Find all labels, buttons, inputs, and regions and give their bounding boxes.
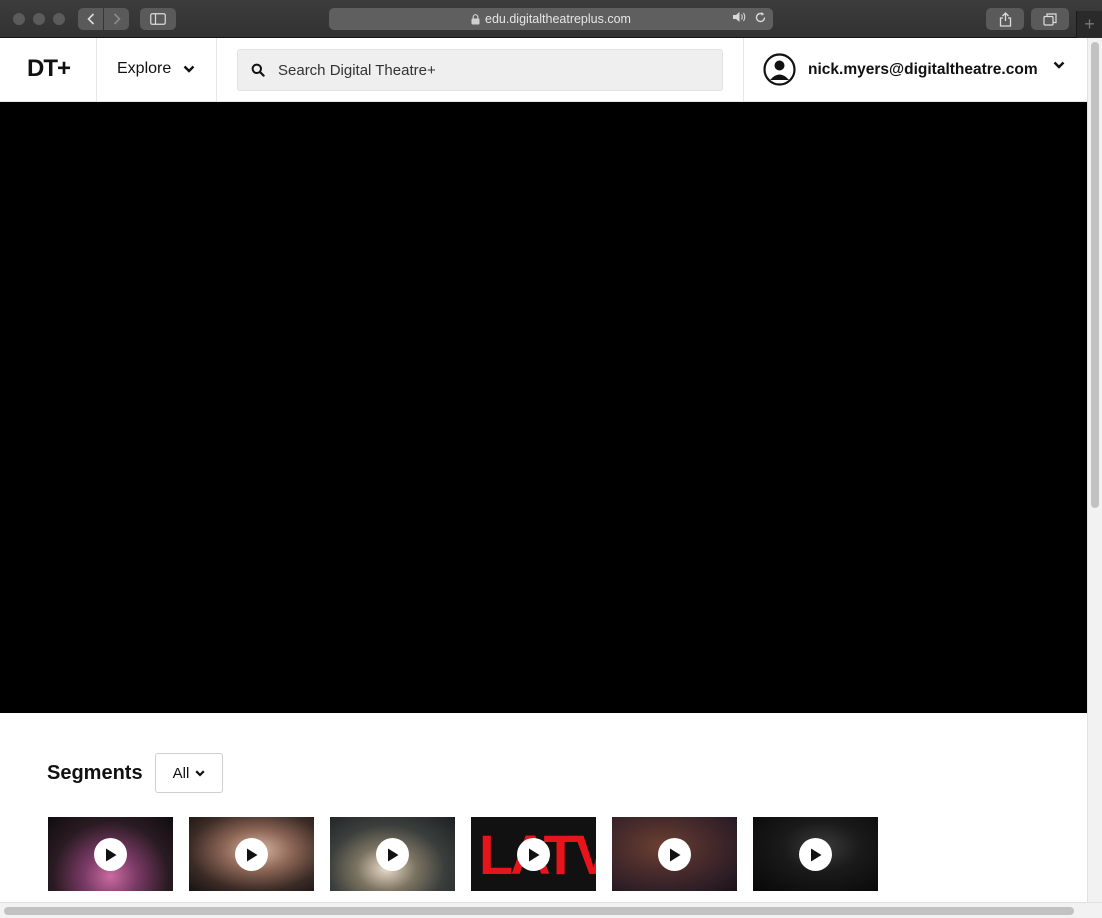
vertical-scroll-thumb[interactable] bbox=[1091, 42, 1099, 508]
back-button[interactable] bbox=[78, 8, 103, 30]
segments-list: LATV bbox=[48, 817, 878, 891]
forward-button[interactable] bbox=[104, 8, 129, 30]
chevron-left-icon bbox=[86, 13, 94, 25]
zoom-window-button[interactable] bbox=[53, 13, 65, 25]
header-divider bbox=[216, 38, 217, 101]
chevron-down-icon bbox=[183, 65, 195, 73]
sidebar-icon bbox=[150, 13, 166, 25]
horizontal-scrollbar[interactable] bbox=[0, 902, 1102, 918]
speaker-icon[interactable] bbox=[732, 11, 747, 23]
search-icon bbox=[251, 63, 265, 77]
play-icon bbox=[387, 848, 398, 861]
segments-heading: Segments bbox=[47, 762, 143, 784]
tabs-icon bbox=[1043, 12, 1057, 26]
new-tab-button[interactable]: + bbox=[1076, 11, 1102, 38]
user-avatar-icon bbox=[763, 53, 796, 86]
address-url: edu.digitaltheatreplus.com bbox=[485, 12, 631, 26]
segments-filter-dropdown[interactable]: All bbox=[155, 753, 223, 793]
horizontal-scroll-thumb[interactable] bbox=[4, 907, 1074, 915]
segments-filter-value: All bbox=[172, 764, 190, 782]
play-icon bbox=[669, 848, 680, 861]
vertical-scrollbar[interactable] bbox=[1087, 38, 1102, 902]
search-box[interactable] bbox=[237, 49, 723, 91]
reload-icon[interactable] bbox=[754, 11, 767, 24]
sidebar-toggle-button[interactable] bbox=[140, 8, 176, 30]
segment-thumbnail[interactable] bbox=[330, 817, 455, 891]
address-bar[interactable]: edu.digitaltheatreplus.com bbox=[329, 8, 773, 30]
play-icon bbox=[810, 848, 821, 861]
explore-menu[interactable]: Explore bbox=[117, 60, 195, 78]
history-navigation bbox=[78, 8, 129, 30]
search-input[interactable] bbox=[278, 61, 698, 79]
segment-thumbnail[interactable] bbox=[189, 817, 314, 891]
play-button[interactable] bbox=[94, 838, 127, 871]
play-button[interactable] bbox=[376, 838, 409, 871]
segment-thumbnail[interactable] bbox=[753, 817, 878, 891]
site-header: DT+ Explore nick.myers@digitaltheatre.co… bbox=[0, 38, 1087, 102]
browser-toolbar: edu.digitaltheatreplus.com + bbox=[0, 0, 1102, 38]
explore-label: Explore bbox=[117, 60, 172, 77]
chevron-down-icon bbox=[1053, 61, 1065, 69]
play-icon bbox=[528, 848, 539, 861]
play-icon bbox=[246, 848, 257, 861]
account-email: nick.myers@digitaltheatre.com bbox=[808, 60, 1038, 78]
show-tabs-button[interactable] bbox=[1031, 8, 1069, 30]
header-divider bbox=[96, 38, 97, 101]
segment-thumbnail[interactable] bbox=[612, 817, 737, 891]
play-button[interactable] bbox=[799, 838, 832, 871]
video-player[interactable] bbox=[0, 102, 1087, 713]
minimize-window-button[interactable] bbox=[33, 13, 45, 25]
close-window-button[interactable] bbox=[13, 13, 25, 25]
account-menu[interactable]: nick.myers@digitaltheatre.com bbox=[763, 53, 1065, 86]
web-page: DT+ Explore nick.myers@digitaltheatre.co… bbox=[0, 38, 1087, 902]
chevron-right-icon bbox=[113, 13, 121, 25]
share-icon bbox=[999, 11, 1011, 27]
lock-icon bbox=[471, 13, 480, 24]
chevron-down-icon bbox=[195, 769, 205, 777]
header-divider bbox=[743, 38, 744, 101]
play-button[interactable] bbox=[517, 838, 550, 871]
play-button[interactable] bbox=[658, 838, 691, 871]
play-button[interactable] bbox=[235, 838, 268, 871]
segment-thumbnail[interactable]: LATV bbox=[471, 817, 596, 891]
site-logo[interactable]: DT+ bbox=[27, 55, 71, 83]
share-button[interactable] bbox=[986, 8, 1024, 30]
play-icon bbox=[105, 848, 116, 861]
segment-thumbnail[interactable] bbox=[48, 817, 173, 891]
